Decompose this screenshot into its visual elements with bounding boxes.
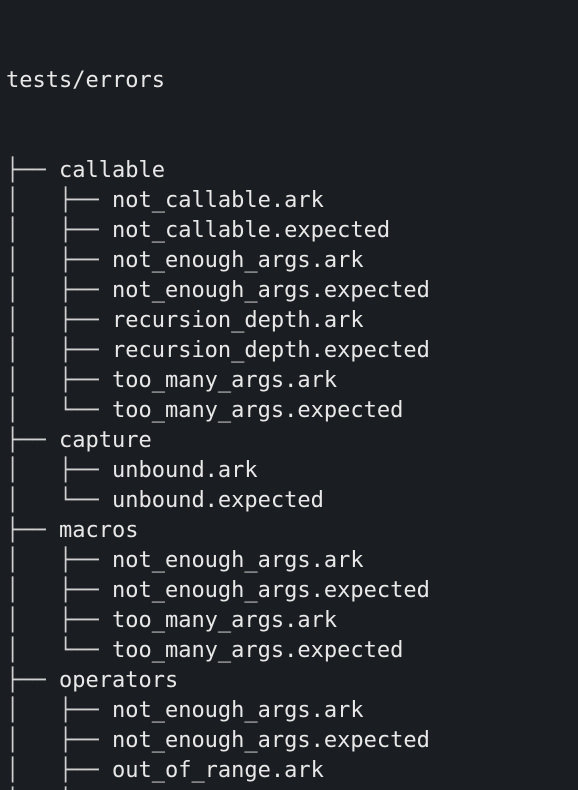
tree-branch: │ ├── <box>6 456 112 486</box>
tree-item-label: out_of_range.expected <box>112 786 390 790</box>
tree-line: │ └── unbound.expected <box>6 486 572 516</box>
tree-item-label: too_many_args.ark <box>112 366 337 396</box>
tree-branch: │ ├── <box>6 336 112 366</box>
tree-item-label: out_of_range.ark <box>112 756 324 786</box>
tree-branch: │ ├── <box>6 276 112 306</box>
tree-branch: │ └── <box>6 786 112 790</box>
tree-branch: │ ├── <box>6 696 112 726</box>
tree-item-label: macros <box>59 516 138 546</box>
tree-branch: │ └── <box>6 396 112 426</box>
tree-line: │ ├── not_enough_args.expected <box>6 726 572 756</box>
tree-branch: │ ├── <box>6 546 112 576</box>
tree-item-label: unbound.expected <box>112 486 324 516</box>
tree-branch: │ ├── <box>6 186 112 216</box>
tree-line: │ ├── unbound.ark <box>6 456 572 486</box>
tree-item-label: not_enough_args.ark <box>112 246 364 276</box>
tree-item-label: too_many_args.expected <box>112 636 403 666</box>
tree-branch: │ ├── <box>6 756 112 786</box>
tree-line: │ ├── not_callable.expected <box>6 216 572 246</box>
tree-line: │ ├── not_enough_args.ark <box>6 546 572 576</box>
tree-line: │ ├── not_enough_args.expected <box>6 576 572 606</box>
tree-branch: │ ├── <box>6 216 112 246</box>
tree-item-label: too_many_args.expected <box>112 396 403 426</box>
tree-item-label: not_callable.expected <box>112 216 390 246</box>
tree-item-label: operators <box>59 666 178 696</box>
tree-line: │ ├── not_callable.ark <box>6 186 572 216</box>
tree-line: │ ├── recursion_depth.ark <box>6 306 572 336</box>
tree-item-label: not_callable.ark <box>112 186 324 216</box>
tree-line: ├── operators <box>6 666 572 696</box>
tree-line: │ ├── not_enough_args.ark <box>6 696 572 726</box>
tree-branch: │ ├── <box>6 576 112 606</box>
tree-branch: │ └── <box>6 636 112 666</box>
tree-line: │ ├── not_enough_args.expected <box>6 276 572 306</box>
tree-line: │ ├── too_many_args.ark <box>6 366 572 396</box>
tree-item-label: not_enough_args.expected <box>112 726 430 756</box>
tree-branch: │ ├── <box>6 606 112 636</box>
tree-line: ├── macros <box>6 516 572 546</box>
tree-branch: ├── <box>6 156 59 186</box>
tree-line: │ ├── not_enough_args.ark <box>6 246 572 276</box>
tree-line: │ ├── too_many_args.ark <box>6 606 572 636</box>
terminal-output: tests/errors ├── callable│ ├── not_calla… <box>0 0 578 790</box>
tree-container: ├── callable│ ├── not_callable.ark│ ├── … <box>6 156 572 790</box>
tree-branch: ├── <box>6 426 59 456</box>
tree-branch: ├── <box>6 666 59 696</box>
tree-line: │ └── too_many_args.expected <box>6 396 572 426</box>
tree-item-label: callable <box>59 156 165 186</box>
tree-root: tests/errors <box>6 66 572 96</box>
tree-line: ├── capture <box>6 426 572 456</box>
tree-line: │ ├── out_of_range.ark <box>6 756 572 786</box>
tree-item-label: not_enough_args.expected <box>112 276 430 306</box>
tree-item-label: recursion_depth.ark <box>112 306 364 336</box>
tree-branch: ├── <box>6 516 59 546</box>
tree-branch: │ └── <box>6 486 112 516</box>
tree-item-label: too_many_args.ark <box>112 606 337 636</box>
tree-item-label: recursion_depth.expected <box>112 336 430 366</box>
tree-line: │ └── too_many_args.expected <box>6 636 572 666</box>
tree-item-label: unbound.ark <box>112 456 258 486</box>
tree-item-label: not_enough_args.ark <box>112 696 364 726</box>
tree-branch: │ ├── <box>6 246 112 276</box>
tree-branch: │ ├── <box>6 726 112 756</box>
tree-line: │ └── out_of_range.expected <box>6 786 572 790</box>
tree-branch: │ ├── <box>6 366 112 396</box>
tree-line: │ ├── recursion_depth.expected <box>6 336 572 366</box>
tree-item-label: capture <box>59 426 152 456</box>
tree-line: ├── callable <box>6 156 572 186</box>
tree-item-label: not_enough_args.expected <box>112 576 430 606</box>
tree-branch: │ ├── <box>6 306 112 336</box>
tree-item-label: not_enough_args.ark <box>112 546 364 576</box>
